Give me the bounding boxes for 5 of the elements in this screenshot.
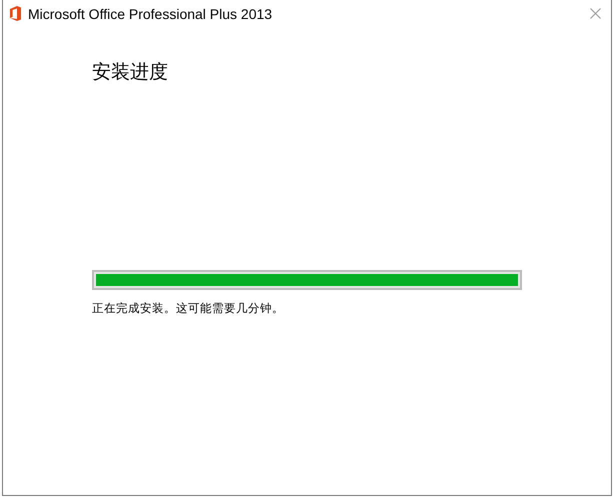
page-heading: 安装进度 — [92, 60, 169, 85]
close-icon[interactable] — [590, 8, 601, 19]
office-logo-icon — [9, 6, 21, 21]
status-text: 正在完成安装。这可能需要几分钟。 — [92, 301, 285, 316]
window-title: Microsoft Office Professional Plus 2013 — [28, 6, 274, 22]
